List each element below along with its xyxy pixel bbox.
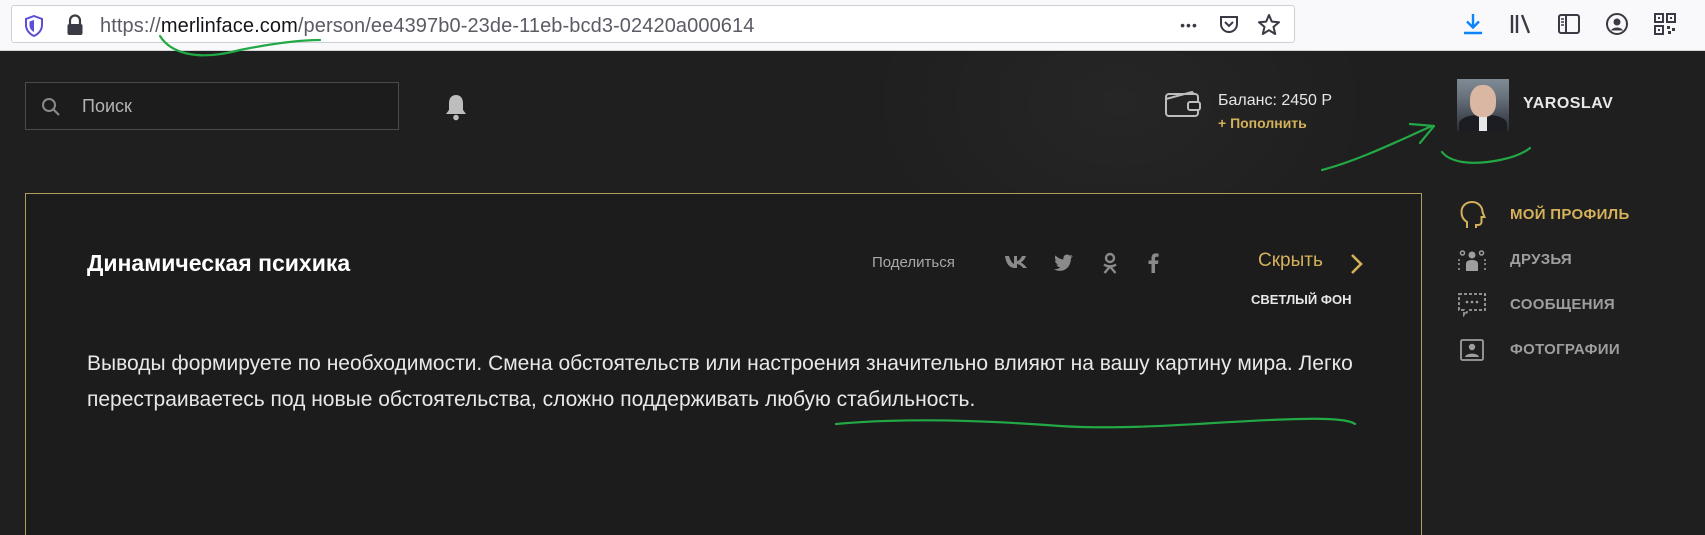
search-icon — [41, 97, 61, 117]
vk-icon[interactable] — [1004, 252, 1030, 272]
page-content: Баланс: 2450 Р + Пополнить YAROSLAV Дина… — [0, 52, 1705, 535]
share-label: Поделиться — [872, 254, 955, 271]
balance-text: Баланс: 2450 Р — [1218, 92, 1333, 109]
wallet-icon[interactable] — [1164, 90, 1202, 118]
light-background-toggle[interactable]: СВЕТЛЫЙ ФОН — [1251, 292, 1351, 307]
head-profile-icon — [1457, 200, 1487, 230]
side-nav-label: ФОТОГРАФИИ — [1510, 341, 1620, 358]
side-nav-label: МОЙ ПРОФИЛЬ — [1510, 206, 1630, 223]
library-icon[interactable] — [1508, 10, 1534, 38]
address-bar[interactable]: https://merlinface.com/person/ee4397b0-2… — [11, 5, 1295, 43]
facebook-icon[interactable] — [1146, 252, 1160, 274]
odnoklassniki-icon[interactable] — [1101, 252, 1119, 276]
card-description: Выводы формируете по необходимости. Смен… — [87, 352, 1353, 411]
friends-icon — [1457, 245, 1487, 275]
qr-code-icon[interactable] — [1652, 10, 1678, 38]
side-nav-label: ДРУЗЬЯ — [1510, 251, 1573, 268]
page-actions-icon[interactable]: ••• — [1176, 12, 1202, 38]
lock-icon[interactable] — [66, 14, 84, 36]
avatar[interactable] — [1457, 79, 1509, 131]
url-host: merlinface.com — [160, 15, 298, 37]
search-input[interactable] — [82, 83, 382, 129]
messages-icon — [1457, 290, 1487, 320]
url-path: /person/ee4397b0-23de-11eb-bcd3-02420a00… — [297, 15, 755, 37]
page-actions-glyph: ••• — [1180, 17, 1198, 33]
avatar-face — [1470, 85, 1496, 117]
tracking-shield-icon[interactable] — [24, 15, 44, 37]
card-title: Динамическая психика — [87, 250, 351, 276]
hide-button[interactable]: Скрыть — [1258, 250, 1323, 272]
sidebar-icon[interactable] — [1556, 10, 1582, 38]
pocket-icon[interactable] — [1216, 12, 1242, 38]
psyche-card: Динамическая психика Поделиться Скрыть С… — [25, 193, 1422, 535]
url-scheme: https:// — [100, 15, 161, 37]
username[interactable]: YAROSLAV — [1523, 95, 1613, 113]
photos-icon — [1457, 335, 1487, 365]
account-icon[interactable] — [1604, 10, 1630, 38]
avatar-shirt — [1479, 115, 1487, 131]
browser-toolbar: https://merlinface.com/person/ee4397b0-2… — [0, 0, 1705, 51]
downloads-icon[interactable] — [1460, 10, 1486, 38]
bookmark-star-icon[interactable] — [1256, 12, 1282, 38]
url-text[interactable]: https://merlinface.com/person/ee4397b0-2… — [100, 15, 754, 38]
twitter-icon[interactable] — [1052, 252, 1074, 272]
bell-icon[interactable] — [444, 93, 468, 121]
chevron-right-icon[interactable] — [1349, 252, 1365, 276]
search-box[interactable] — [25, 82, 399, 130]
side-nav-label: СООБЩЕНИЯ — [1510, 296, 1615, 313]
topup-link[interactable]: + Пополнить — [1218, 115, 1307, 131]
